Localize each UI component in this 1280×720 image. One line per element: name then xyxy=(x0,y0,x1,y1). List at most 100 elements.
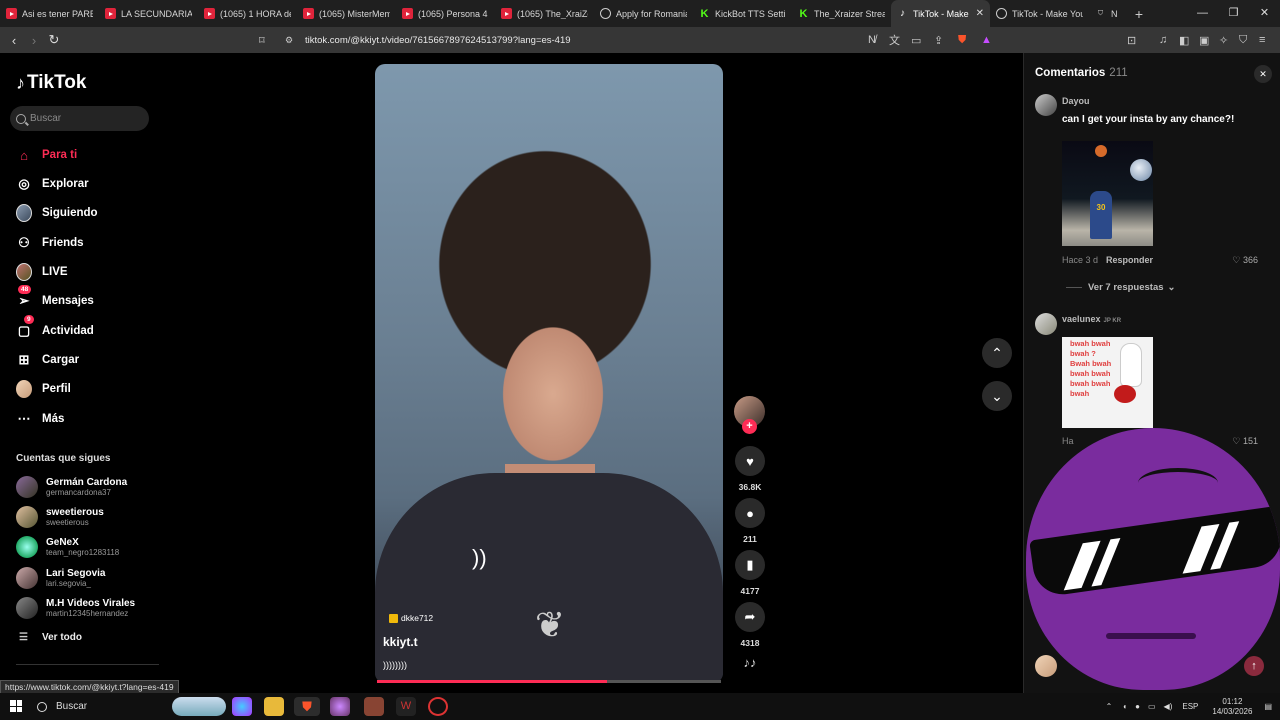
followed-account[interactable]: GeNeX team_negro1283118 xyxy=(16,536,119,558)
restore-icon[interactable]: ❐ xyxy=(1218,0,1249,27)
sidebar-item-mensajes[interactable]: ➢ 48 Mensajes xyxy=(16,285,94,309)
chevron-up-icon[interactable]: ⌃ xyxy=(1106,702,1113,711)
new-tab-button[interactable]: + xyxy=(1129,6,1149,22)
app-icon[interactable] xyxy=(364,697,384,716)
wallet-icon[interactable]: ▣ xyxy=(1199,34,1209,47)
sidebar-item-live[interactable]: LIVE xyxy=(16,263,68,281)
browser-tab[interactable]: Apply for Romania xyxy=(594,0,693,27)
app-icon[interactable]: W xyxy=(396,697,416,716)
panel-icon[interactable]: ◧ xyxy=(1179,34,1189,47)
tiktok-logo[interactable]: ♪ TikTok xyxy=(16,72,86,94)
file-explorer-icon[interactable] xyxy=(264,697,284,716)
share-action[interactable]: ➦ 4318 xyxy=(728,602,772,648)
music-disc-icon[interactable]: ♪♪ xyxy=(737,655,763,675)
comment-user[interactable]: vaelunex JP KR xyxy=(1062,314,1121,324)
comment-user[interactable]: Dayou xyxy=(1062,96,1090,106)
followed-account[interactable]: M.H Videos Virales martin12345hernandez xyxy=(16,597,135,619)
leo-icon[interactable]: ✧ xyxy=(1219,34,1228,47)
followed-account[interactable]: sweetierous sweetierous xyxy=(16,506,104,528)
previous-video-button[interactable]: ⌃ xyxy=(982,338,1012,368)
browser-tab[interactable]: (1065) Persona 4 C xyxy=(396,0,495,27)
forward-icon[interactable]: › xyxy=(24,33,44,48)
next-video-button[interactable]: ⌄ xyxy=(982,381,1012,411)
bookmark-icon[interactable]: ⌑ xyxy=(259,34,265,47)
sidebar-item-para-ti[interactable]: ⌂ Para ti xyxy=(16,147,77,163)
send-icon[interactable]: ↑ xyxy=(1244,656,1264,676)
browser-tab[interactable]: ⛉ N xyxy=(1089,0,1129,27)
follow-button[interactable]: + xyxy=(742,419,757,434)
browser-tab[interactable]: TikTok - Make You xyxy=(990,0,1089,27)
browser-tab-active[interactable]: ♪ TikTok - Make ✕ xyxy=(891,0,990,27)
browser-tab[interactable]: KThe_Xraizer Stream xyxy=(792,0,891,27)
avatar[interactable] xyxy=(1035,313,1057,335)
sidebar-item-mas[interactable]: ⋯ Más xyxy=(16,411,65,427)
search-input[interactable]: Buscar xyxy=(10,106,149,131)
bookmark-icon[interactable]: ▮ xyxy=(735,550,765,580)
sidebar-item-siguiendo[interactable]: Siguiendo xyxy=(16,204,98,222)
browser-tab[interactable]: (1065) The_XraiZe xyxy=(495,0,594,27)
browser-tab[interactable]: (1065) 1 HORA de xyxy=(198,0,297,27)
share-arrow-icon[interactable]: ➦ xyxy=(735,602,765,632)
comment-icon[interactable]: ● xyxy=(735,498,765,528)
media-icon[interactable]: ♫ xyxy=(1159,34,1167,46)
app-icon[interactable] xyxy=(330,697,350,716)
sidebar-item-cargar[interactable]: ⊞ Cargar xyxy=(16,352,80,368)
comment-image[interactable]: 30 xyxy=(1062,141,1153,246)
notifications-icon[interactable]: ▤ xyxy=(1264,702,1272,711)
microphone-icon[interactable]: ● xyxy=(1135,702,1140,711)
translate-icon[interactable]: 文 xyxy=(889,32,900,48)
video-progress-bar[interactable] xyxy=(377,680,721,683)
comment-likes[interactable]: ♡ 366 xyxy=(1232,255,1258,266)
close-comments-icon[interactable]: ✕ xyxy=(1254,65,1272,83)
clock[interactable]: 01:12 14/03/2026 xyxy=(1212,697,1252,717)
language-indicator[interactable]: ESP xyxy=(1182,702,1198,711)
comment-action[interactable]: ● 211 xyxy=(728,498,772,544)
sidebar-item-actividad[interactable]: ▢ 9 Actividad xyxy=(16,315,94,339)
comment-image[interactable]: bwah bwah bwah ? Bwah bwah bwah bwah bwa… xyxy=(1062,337,1153,428)
vpn-icon[interactable]: ⛉ xyxy=(1239,34,1247,47)
site-info-icon[interactable]: ⚙ xyxy=(285,35,293,46)
comment-likes[interactable]: ♡ 151 xyxy=(1232,436,1258,447)
video-author[interactable]: kkiyt.t xyxy=(383,635,418,649)
sidebar-item-perfil[interactable]: Perfil xyxy=(16,380,71,398)
sidebar-item-friends[interactable]: ⚇ Friends xyxy=(16,235,83,251)
swan-widget-icon[interactable] xyxy=(172,697,226,716)
brave-browser-icon[interactable]: ⛊ xyxy=(294,697,320,716)
no-tracking-icon[interactable]: N̸ xyxy=(868,34,876,46)
reload-icon[interactable]: ↻ xyxy=(44,32,64,48)
like-action[interactable]: ♥ 36.8K xyxy=(728,446,772,492)
minimize-icon[interactable]: — xyxy=(1187,0,1218,27)
heart-icon[interactable]: ♥ xyxy=(735,446,765,476)
back-icon[interactable]: ‹ xyxy=(4,33,24,48)
reply-link[interactable]: Responder xyxy=(1106,255,1153,265)
cast-icon[interactable]: ▭ xyxy=(911,34,921,47)
browser-tab[interactable]: (1065) MisterMem xyxy=(297,0,396,27)
followed-account[interactable]: Lari Segovia lari.segovia_ xyxy=(16,567,105,589)
close-window-icon[interactable]: ✕ xyxy=(1249,0,1280,27)
windows-start-icon[interactable] xyxy=(10,700,22,712)
copilot-icon[interactable] xyxy=(232,697,252,716)
avatar[interactable] xyxy=(1035,94,1057,116)
video-player[interactable]: ❦ xyxy=(375,64,723,683)
sidebar-item-explorar[interactable]: ◎ Explorar xyxy=(16,176,88,192)
rewards-icon[interactable]: ▲ xyxy=(981,34,992,46)
browser-tab[interactable]: K KickBot TTS Settin xyxy=(693,0,792,27)
url-field[interactable]: tiktok.com/@kkiyt.t/video/76156678976245… xyxy=(305,35,571,46)
menu-icon[interactable]: ≡ xyxy=(1259,34,1265,46)
sidebar-toggle-icon[interactable]: ⊡ xyxy=(1127,34,1136,47)
followed-account[interactable]: Germán Cardona germancardona37 xyxy=(16,476,127,498)
browser-tab[interactable]: LA SECUNDARIA E xyxy=(99,0,198,27)
video-badge-user[interactable]: dkke712 xyxy=(389,613,433,623)
record-icon[interactable] xyxy=(428,697,448,716)
brave-shield-icon[interactable]: ⛊ xyxy=(958,34,966,47)
share-icon[interactable]: ⇪ xyxy=(934,34,943,47)
network-icon[interactable]: ▭ xyxy=(1148,702,1156,711)
view-replies-button[interactable]: Ver 7 respuestas ⌄ xyxy=(1066,282,1176,293)
taskbar-search[interactable]: Buscar xyxy=(37,696,187,717)
volume-icon[interactable]: ◖ xyxy=(1122,702,1127,711)
speaker-icon[interactable]: ◀) xyxy=(1164,702,1173,711)
close-tab-icon[interactable]: ✕ xyxy=(972,8,984,19)
see-all-link[interactable]: ☰ Ver todo xyxy=(19,632,82,643)
save-action[interactable]: ▮ 4177 xyxy=(728,550,772,596)
browser-tab[interactable]: Asi es tener PARE xyxy=(0,0,99,27)
